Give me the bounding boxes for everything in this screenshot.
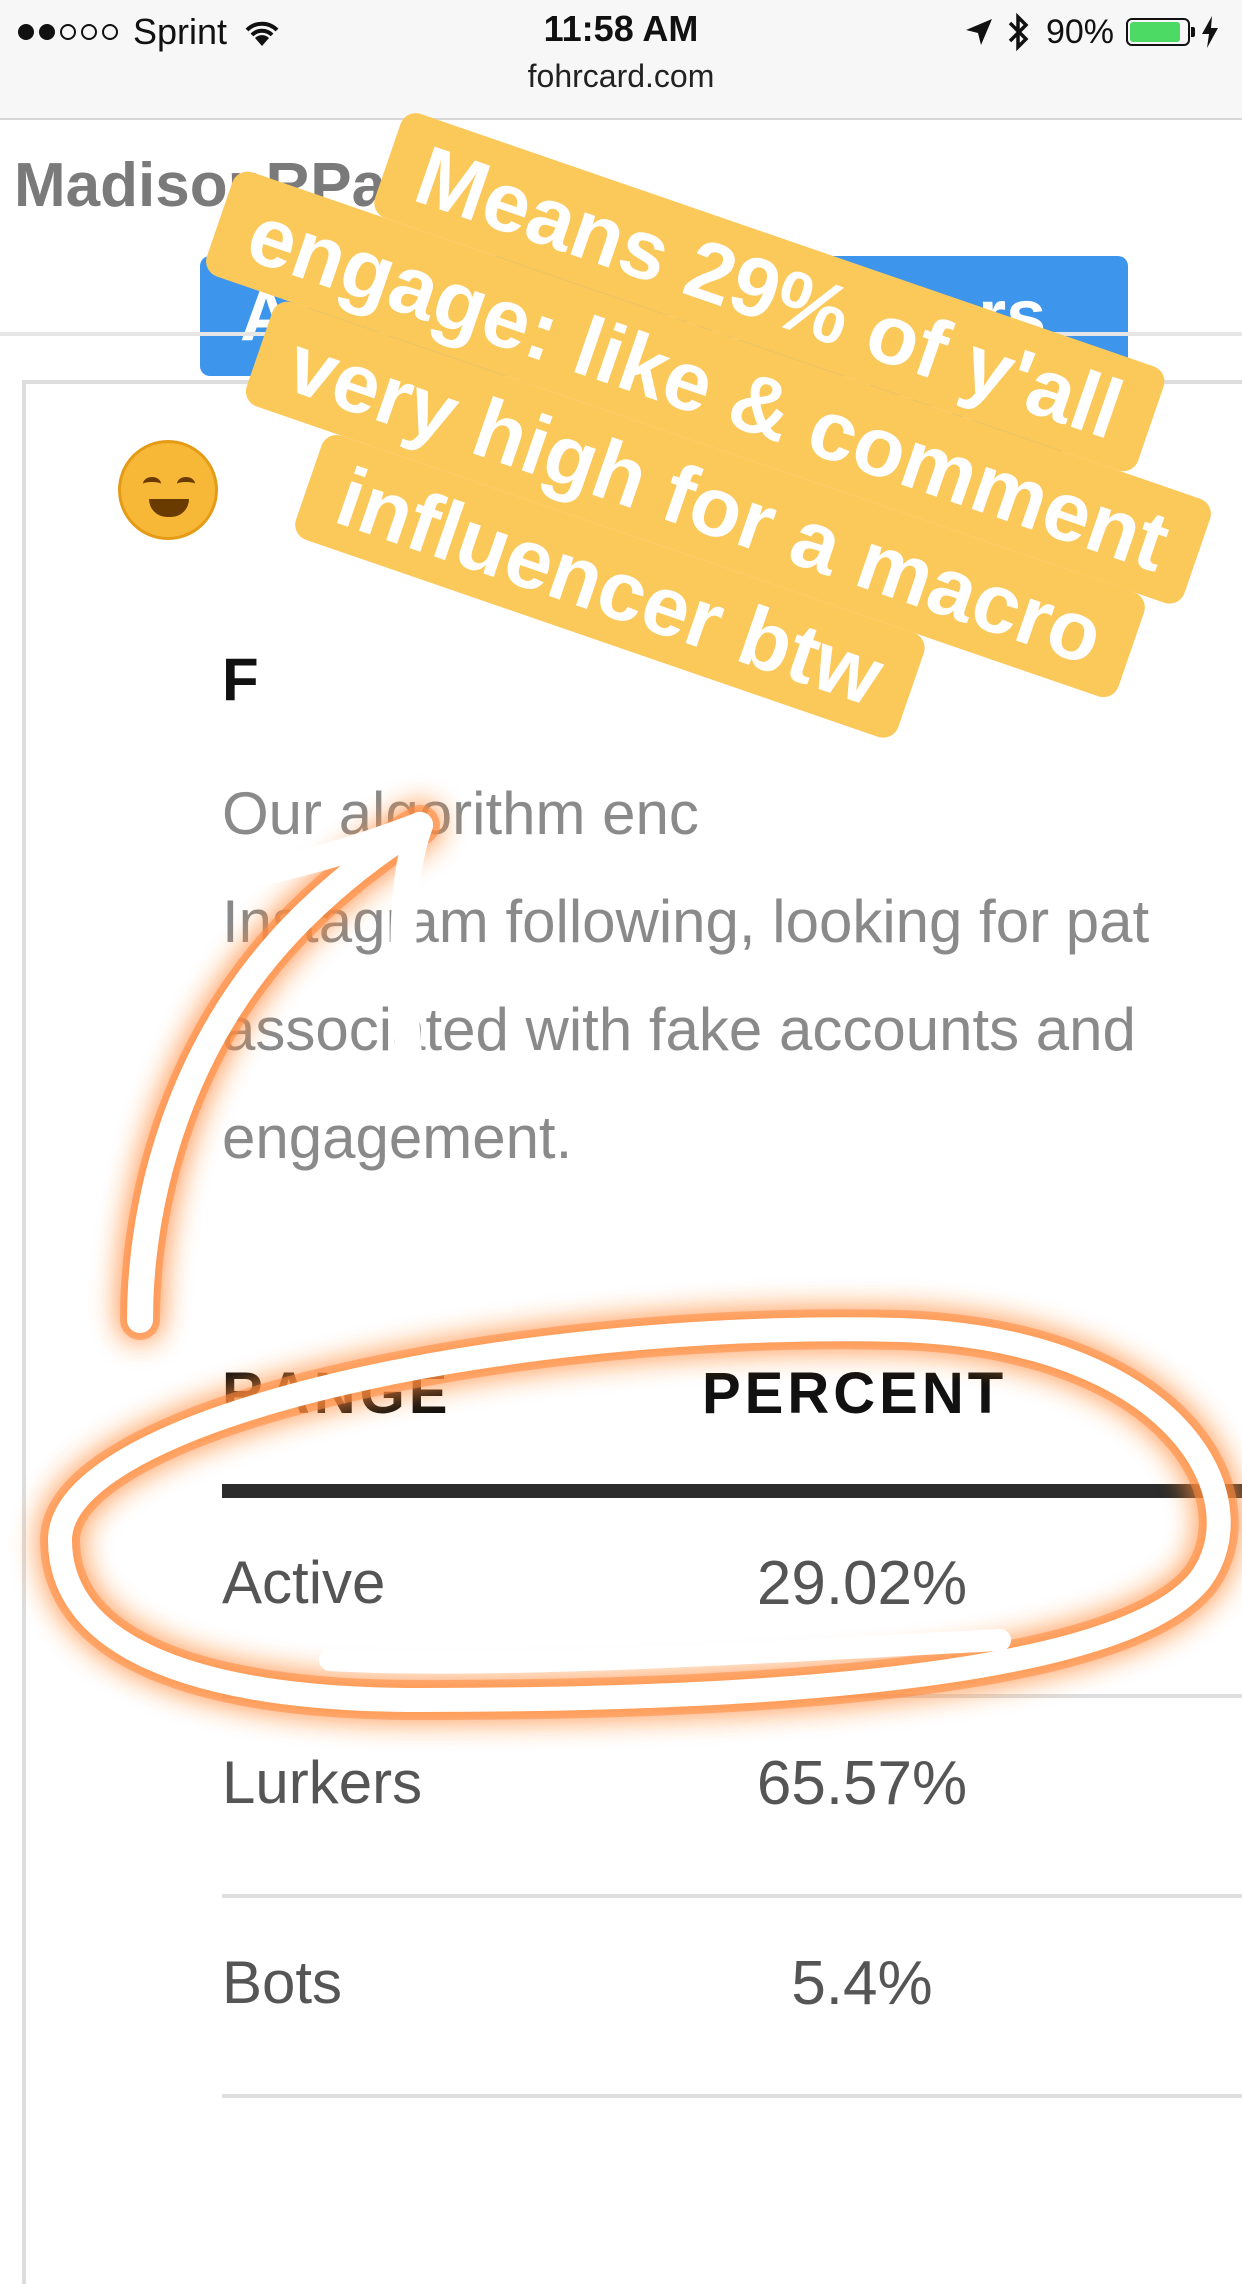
table-row: Bots 5.4% <box>222 1898 1242 2098</box>
status-bar: Sprint 11:58 AM fohrcard.com 90% <box>0 0 1242 120</box>
column-header-percent: PERCENT <box>702 1361 1008 1426</box>
location-arrow-icon <box>965 19 992 45</box>
column-header-range: RANGE <box>222 1361 452 1426</box>
battery-fill <box>1130 22 1181 42</box>
hugging-emoji-icon <box>118 440 218 540</box>
row-label: Bots <box>222 1949 343 2016</box>
row-value: 5.4% <box>791 1949 933 2018</box>
row-divider <box>222 2094 1242 2098</box>
table-row: Lurkers 65.57% <box>222 1698 1242 1898</box>
row-label: Active <box>222 1549 386 1616</box>
row-label: Lurkers <box>222 1749 423 1816</box>
row-value: 29.02% <box>756 1549 968 1618</box>
emoji-mouth <box>149 499 189 517</box>
status-right: 90% <box>964 10 1220 54</box>
charging-bolt-icon <box>1202 16 1218 48</box>
bluetooth-icon <box>1008 12 1029 52</box>
table-row: Active 29.02% <box>222 1498 1242 1698</box>
row-value: 65.57% <box>756 1749 968 1818</box>
battery-icon <box>1126 18 1195 46</box>
battery-percent: 90% <box>1045 12 1114 51</box>
address-bar-url[interactable]: fohrcard.com <box>0 58 1242 95</box>
header-rule <box>222 1484 1242 1498</box>
